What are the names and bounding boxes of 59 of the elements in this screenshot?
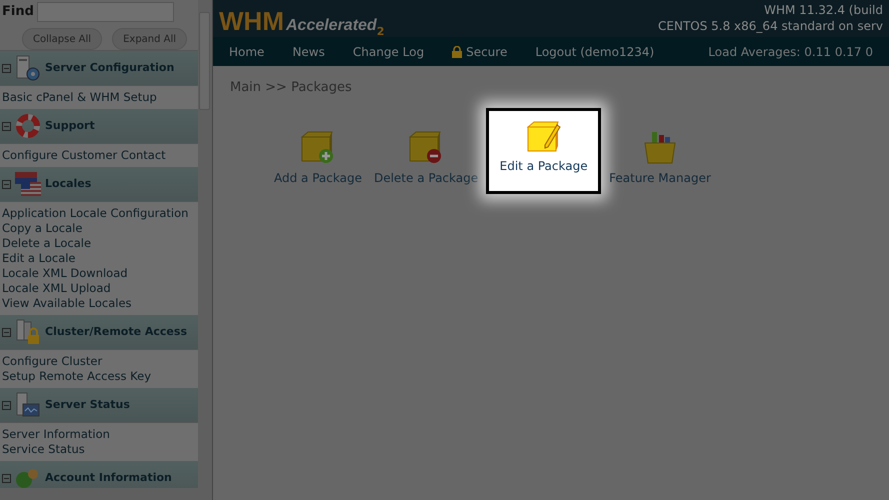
box-plus-icon — [300, 129, 336, 165]
package-link[interactable]: Delete a Package — [368, 124, 484, 194]
section-title: Server Status — [45, 396, 130, 413]
server-gear-icon — [15, 54, 41, 82]
nav-link[interactable]: Change Log — [352, 42, 424, 60]
package-link[interactable]: Edit a Package — [486, 108, 602, 194]
basket-icon — [642, 129, 678, 165]
scrollbar[interactable] — [198, 0, 212, 488]
padlock-icon — [452, 46, 462, 58]
sidebar-link[interactable]: View Available Locales — [2, 296, 198, 311]
sidebar-button[interactable]: Collapse All — [22, 28, 102, 50]
monitor-icon — [15, 391, 41, 419]
find-label: Find — [2, 3, 34, 22]
sidebar-link[interactable]: Delete a Locale — [2, 236, 198, 251]
nav-link[interactable]: Secure — [452, 42, 508, 60]
section-header[interactable]: Support — [0, 109, 198, 144]
sidebar-link[interactable]: Locale XML Upload — [2, 281, 198, 296]
collapse-icon[interactable] — [2, 122, 11, 130]
flag-icon — [15, 170, 41, 198]
sidebar-link[interactable]: Locale XML Download — [2, 266, 198, 281]
sidebar-link[interactable]: Application Locale Configuration — [2, 206, 198, 221]
collapse-icon[interactable] — [2, 180, 11, 188]
section-header[interactable]: Locales — [0, 167, 198, 202]
section-title: Account Information — [45, 470, 172, 486]
section-title: Server Configuration — [45, 60, 174, 76]
sidebar-link[interactable]: Setup Remote Access Key — [2, 369, 198, 384]
section-title: Cluster/Remote Access — [45, 324, 187, 340]
nav-link[interactable]: Logout (demo1234) — [535, 42, 654, 60]
section-header[interactable]: Server Status — [0, 388, 198, 423]
breadcrumb: Main >> Packages — [230, 80, 352, 95]
package-link[interactable]: Feature Manager — [603, 124, 717, 194]
collapse-icon[interactable] — [2, 64, 11, 72]
version-text: WHM 11.32.4 (build — [764, 2, 883, 18]
section-title: Support — [45, 118, 95, 134]
package-link[interactable]: Add a Package — [268, 124, 368, 194]
nav-link[interactable]: News — [292, 42, 325, 60]
section-header[interactable]: Account Information — [0, 461, 198, 488]
people-icon — [15, 466, 41, 488]
sidebar-link[interactable]: Edit a Locale — [2, 251, 198, 266]
section-header[interactable]: Cluster/Remote Access — [0, 315, 198, 350]
computer-lock-icon — [15, 318, 41, 346]
sidebar-link[interactable]: Configure Customer Contact — [2, 148, 198, 163]
collapse-icon[interactable] — [2, 400, 11, 410]
section-title: Locales — [45, 176, 92, 192]
horizontal-scrollbar[interactable] — [0, 488, 212, 500]
load-averages: Load Averages: 0.11 0.17 0 — [708, 44, 873, 60]
sidebar-button[interactable]: Expand All — [112, 28, 188, 50]
sidebar-link[interactable]: Copy a Locale — [2, 221, 198, 236]
sidebar-link[interactable]: Configure Cluster — [2, 354, 198, 369]
sidebar-link[interactable]: Service Status — [2, 442, 198, 457]
collapse-icon[interactable] — [2, 474, 11, 482]
nav-link[interactable]: Home — [229, 42, 264, 60]
find-field[interactable] — [36, 2, 174, 22]
collapse-icon[interactable] — [2, 328, 11, 336]
os-text: CENTOS 5.8 x86_64 standard on serv — [658, 18, 883, 34]
lifebuoy-icon — [15, 114, 41, 138]
sidebar-link[interactable]: Basic cPanel & WHM Setup — [2, 90, 198, 105]
sidebar-link[interactable]: Server Information — [2, 427, 198, 442]
section-header[interactable]: Server Configuration — [0, 51, 198, 86]
